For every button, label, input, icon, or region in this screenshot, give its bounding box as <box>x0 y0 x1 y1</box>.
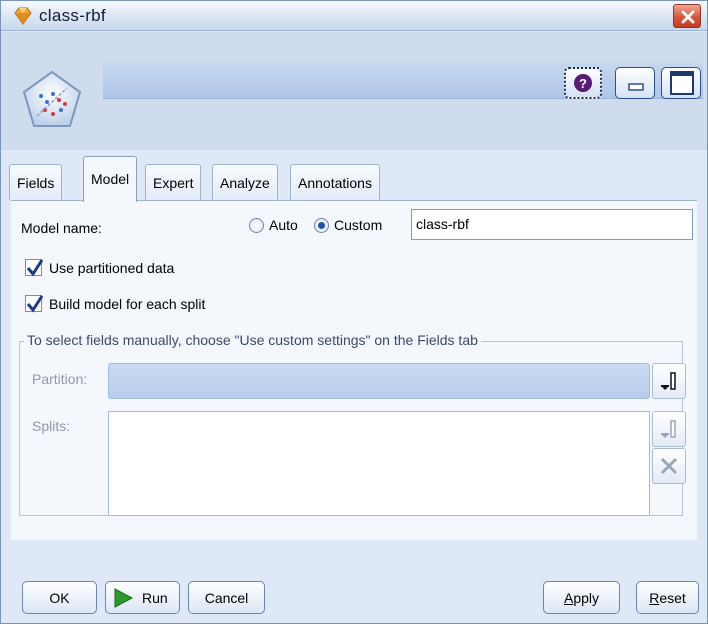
splits-picker-button[interactable] <box>652 411 686 447</box>
tab-label: Expert <box>153 175 194 191</box>
checkmark-icon <box>26 259 44 277</box>
splits-label: Splits: <box>32 418 71 434</box>
partition-label: Partition: <box>32 371 88 387</box>
splits-list[interactable] <box>108 411 650 516</box>
build-each-split-label: Build model for each split <box>49 296 206 312</box>
dialog-window: class-rbf ? Fields Model Expert Analyze … <box>0 0 708 624</box>
tab-analyze[interactable]: Analyze <box>212 164 278 200</box>
use-partitioned-checkbox[interactable] <box>25 259 44 277</box>
help-button[interactable]: ? <box>564 67 602 99</box>
help-icon: ? <box>574 74 592 92</box>
field-selection-group: To select fields manually, choose "Use c… <box>19 332 686 516</box>
partition-field[interactable] <box>108 363 650 399</box>
minimize-button[interactable] <box>615 67 655 99</box>
apply-button[interactable]: Apply <box>543 581 620 614</box>
tab-annotations[interactable]: Annotations <box>290 164 380 200</box>
svg-text:?: ? <box>579 76 587 91</box>
node-title-field[interactable] <box>103 63 703 99</box>
apply-button-label: pply <box>573 590 600 606</box>
tab-label: Annotations <box>298 175 372 191</box>
apply-mnemonic: A <box>563 590 574 606</box>
title-bar[interactable]: class-rbf <box>1 1 707 31</box>
tab-label: Fields <box>17 175 55 191</box>
run-button-label: Run <box>142 590 168 606</box>
window-title: class-rbf <box>39 6 106 25</box>
model-tab-panel: Model name: Auto Custom class-rbf Use pa… <box>11 200 697 540</box>
field-picker-icon <box>661 420 676 438</box>
tab-label: Model <box>91 171 130 187</box>
build-each-split-checkbox[interactable] <box>25 295 44 313</box>
node-diamond-icon <box>14 7 32 25</box>
remove-split-button[interactable] <box>652 448 686 484</box>
minimize-icon <box>628 83 644 91</box>
model-node-icon <box>22 70 82 127</box>
run-play-icon <box>114 588 134 608</box>
reset-button[interactable]: Reset <box>636 581 699 614</box>
cancel-button-label: Cancel <box>204 590 249 606</box>
model-name-label: Model name: <box>21 220 102 236</box>
group-legend: To select fields manually, choose "Use c… <box>24 332 481 348</box>
maximize-button[interactable] <box>661 67 701 99</box>
tab-expert[interactable]: Expert <box>145 164 202 200</box>
partition-picker-button[interactable] <box>652 363 686 399</box>
cancel-button[interactable]: Cancel <box>188 581 265 614</box>
ok-button-label: OK <box>49 590 70 606</box>
close-button[interactable] <box>673 4 701 28</box>
model-name-input[interactable]: class-rbf <box>411 209 693 240</box>
run-button[interactable]: Run <box>105 581 180 614</box>
tab-fields[interactable]: Fields <box>9 164 63 200</box>
dialog-header: ? <box>1 32 707 150</box>
close-icon <box>681 10 695 24</box>
auto-radio-label: Auto <box>269 217 298 233</box>
tab-label: Analyze <box>220 175 270 191</box>
reset-button-label: eset <box>659 590 686 606</box>
auto-radio[interactable] <box>249 218 264 233</box>
reset-mnemonic: R <box>649 590 660 606</box>
checkmark-icon <box>26 295 44 313</box>
custom-radio[interactable] <box>314 218 329 233</box>
ok-button[interactable]: OK <box>22 581 97 614</box>
maximize-icon <box>670 71 694 95</box>
delete-x-icon <box>660 457 678 475</box>
field-picker-icon <box>661 372 676 390</box>
custom-radio-label: Custom <box>334 217 383 233</box>
use-partitioned-label: Use partitioned data <box>49 260 175 276</box>
tab-model[interactable]: Model <box>83 156 138 202</box>
